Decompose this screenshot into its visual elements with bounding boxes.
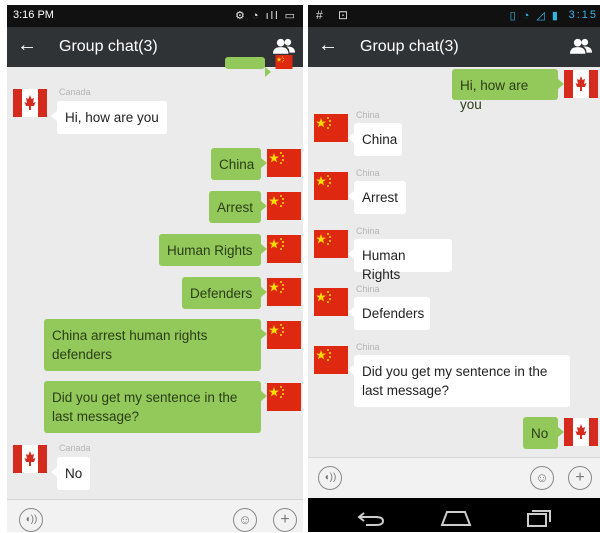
sender-name: China bbox=[356, 342, 380, 352]
voice-icon[interactable]: ◖)) bbox=[318, 466, 342, 490]
sender-name: China bbox=[356, 110, 380, 120]
china-flag-icon bbox=[314, 170, 348, 202]
sender-name: China bbox=[356, 168, 380, 178]
message-bubble: Human Rights bbox=[348, 239, 452, 282]
group-members-icon[interactable] bbox=[570, 37, 592, 55]
back-arrow-icon[interactable]: ← bbox=[318, 34, 338, 57]
canada-flag-icon bbox=[564, 70, 598, 98]
chat-title: Group chat(3) bbox=[360, 38, 459, 55]
message-bubble: Human Rights bbox=[159, 234, 267, 266]
china-flag-icon bbox=[267, 147, 301, 179]
input-bar: ◖)) ☺ + bbox=[308, 457, 600, 498]
group-members-icon[interactable] bbox=[273, 37, 295, 55]
message-bubble: Did you get my sentence in the last mess… bbox=[348, 355, 570, 407]
china-flag-icon bbox=[267, 381, 301, 413]
sender-name: Canada bbox=[59, 443, 91, 453]
canada-flag-icon bbox=[13, 445, 47, 473]
status-icons: ⚙ ◔ ıll ▭ bbox=[234, 10, 297, 22]
message-bubble: Did you get my sentence in the last mess… bbox=[44, 381, 267, 433]
android-nav-bar bbox=[308, 498, 600, 532]
left-phone-screen: 3:16 PM ⚙ ◔ ıll ▭ ← Group chat(3) Canada… bbox=[7, 5, 303, 532]
china-flag-icon bbox=[267, 55, 301, 69]
message-bubble: No bbox=[51, 457, 90, 490]
chat-header: ← Group chat(3) bbox=[308, 27, 600, 67]
message-bubble: Arrest bbox=[209, 191, 267, 223]
message-bubble: Defenders bbox=[182, 277, 267, 309]
nav-back-icon[interactable] bbox=[356, 509, 386, 527]
notification-icons: # ⊡ bbox=[316, 8, 355, 22]
message-bubble: Arrest bbox=[348, 181, 406, 214]
nav-home-icon[interactable] bbox=[440, 509, 472, 527]
status-time: 3:15 bbox=[568, 9, 598, 21]
sender-name: Canada bbox=[59, 87, 91, 97]
china-flag-icon bbox=[267, 319, 301, 351]
message-bubble: Hi, how are you bbox=[452, 69, 564, 112]
sender-name: China bbox=[356, 226, 380, 236]
message-bubble: Hi, how are you bbox=[51, 101, 167, 134]
status-icons: ▯ ◔ ◿ ▮ bbox=[509, 10, 560, 22]
canada-flag-icon bbox=[564, 418, 598, 446]
china-flag-icon bbox=[314, 286, 348, 318]
china-flag-icon bbox=[267, 190, 301, 222]
emoji-icon[interactable]: ☺ bbox=[530, 466, 554, 490]
message-bubble: No bbox=[523, 417, 564, 449]
status-bar: 3:16 PM ⚙ ◔ ıll ▭ bbox=[7, 5, 303, 27]
china-flag-icon bbox=[314, 228, 348, 260]
input-bar: ◖)) ☺ + bbox=[7, 499, 303, 532]
nav-recents-icon[interactable] bbox=[526, 507, 552, 529]
china-flag-icon bbox=[314, 344, 348, 376]
status-bar: # ⊡ ▯ ◔ ◿ ▮ 3:15 bbox=[308, 5, 600, 27]
plus-icon[interactable]: + bbox=[273, 508, 297, 532]
plus-icon[interactable]: + bbox=[568, 466, 592, 490]
message-bubble: China arrest human rights defenders bbox=[44, 319, 267, 371]
china-flag-icon bbox=[267, 276, 301, 308]
message-bubble: China bbox=[211, 148, 267, 180]
message-bubble: Defenders bbox=[348, 297, 430, 330]
chat-title: Group chat(3) bbox=[59, 38, 158, 55]
sender-name: China bbox=[356, 284, 380, 294]
canada-flag-icon bbox=[13, 89, 47, 117]
voice-icon[interactable]: ◖)) bbox=[19, 508, 43, 532]
china-flag-icon bbox=[314, 112, 348, 144]
back-arrow-icon[interactable]: ← bbox=[17, 34, 37, 57]
partial-message-bubble bbox=[225, 57, 271, 77]
emoji-icon[interactable]: ☺ bbox=[233, 508, 257, 532]
status-time: 3:16 PM bbox=[13, 9, 54, 21]
china-flag-icon bbox=[267, 233, 301, 265]
right-phone-screen: # ⊡ ▯ ◔ ◿ ▮ 3:15 ← Group chat(3) Hi, how… bbox=[308, 5, 600, 532]
message-bubble: China bbox=[348, 123, 402, 156]
